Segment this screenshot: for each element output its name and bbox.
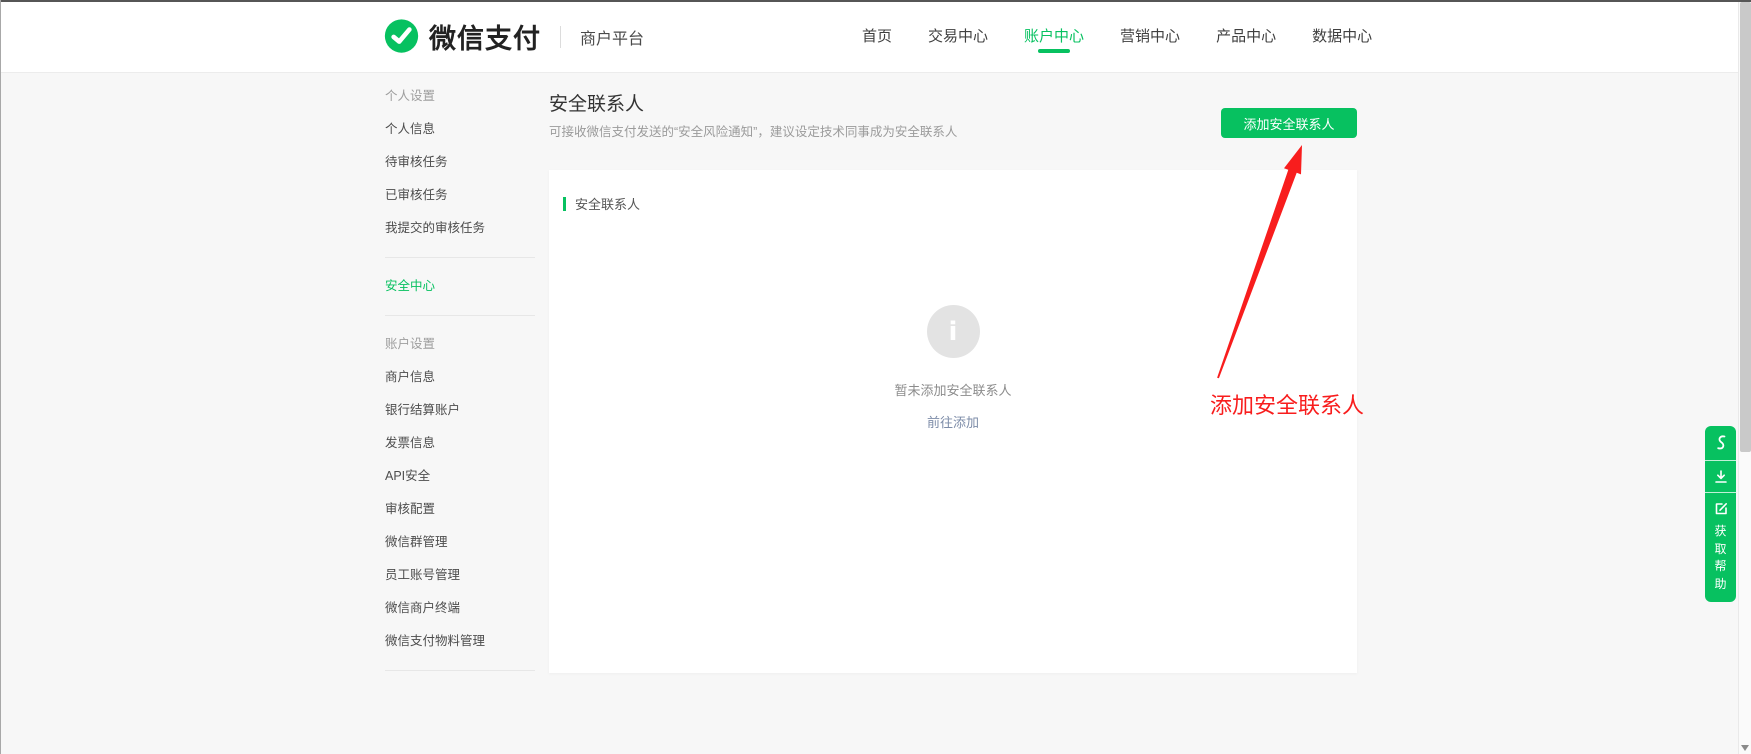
card-header-title: 安全联系人 xyxy=(575,194,640,213)
nav-account-center[interactable]: 账户中心 xyxy=(1024,26,1084,47)
sidebar-divider xyxy=(385,670,535,671)
page-title: 安全联系人 xyxy=(549,89,644,116)
sidebar-item-security-center[interactable]: 安全中心 xyxy=(385,270,535,303)
link-button[interactable] xyxy=(1705,426,1736,460)
nav-product-center[interactable]: 产品中心 xyxy=(1216,26,1276,47)
main-content: 安全联系人 可接收微信支付发送的“安全风险通知”，建议设定技术同事成为安全联系人… xyxy=(549,73,1357,693)
download-icon xyxy=(1713,469,1729,485)
security-contact-card: 安全联系人 i 暂未添加安全联系人 前往添加 xyxy=(549,170,1357,673)
floating-help-widget: 获取帮助 xyxy=(1705,426,1736,602)
nav-data-center[interactable]: 数据中心 xyxy=(1312,26,1372,47)
annotation-label: 添加安全联系人 xyxy=(1210,388,1364,420)
nav-transaction-center[interactable]: 交易中心 xyxy=(928,26,988,47)
sidebar-item-merchant-info[interactable]: 商户信息 xyxy=(385,361,535,394)
brand-subtitle: 商户平台 xyxy=(580,25,644,49)
brand: 微信支付 商户平台 xyxy=(383,0,644,73)
sidebar-item-wechat-merchant-terminal[interactable]: 微信商户终端 xyxy=(385,592,535,625)
card-header: 安全联系人 xyxy=(563,194,640,213)
link-icon xyxy=(1713,434,1729,452)
sidebar-item-personal-info[interactable]: 个人信息 xyxy=(385,113,535,146)
nav-home[interactable]: 首页 xyxy=(862,26,892,47)
sidebar-divider xyxy=(385,257,535,258)
info-icon: i xyxy=(927,305,980,358)
sidebar-item-wechat-group-management[interactable]: 微信群管理 xyxy=(385,526,535,559)
get-help-label: 获取帮助 xyxy=(1714,523,1728,593)
sidebar-item-invoice-info[interactable]: 发票信息 xyxy=(385,427,535,460)
vertical-scrollbar[interactable] xyxy=(1738,0,1751,754)
sidebar-item-api-security[interactable]: API安全 xyxy=(385,460,535,493)
sidebar-item-wechat-pay-materials-management[interactable]: 微信支付物料管理 xyxy=(385,625,535,658)
card-header-accent-bar xyxy=(563,197,566,211)
sidebar-item-my-submitted-review-tasks[interactable]: 我提交的审核任务 xyxy=(385,212,535,245)
download-button[interactable] xyxy=(1705,460,1736,492)
header: 微信支付 商户平台 首页 交易中心 账户中心 营销中心 产品中心 数据中心 xyxy=(0,0,1751,73)
wechat-pay-logo-icon xyxy=(383,18,420,55)
sidebar-item-reviewed-tasks[interactable]: 已审核任务 xyxy=(385,179,535,212)
scrollbar-down-icon[interactable] xyxy=(1741,745,1749,751)
sidebar: 个人设置 个人信息 待审核任务 已审核任务 我提交的审核任务 安全中心 账户设置… xyxy=(385,73,535,683)
info-icon-glyph: i xyxy=(949,317,958,347)
get-help-button[interactable]: 获取帮助 xyxy=(1705,492,1736,602)
sidebar-item-staff-account-management[interactable]: 员工账号管理 xyxy=(385,559,535,592)
scrollbar-thumb[interactable] xyxy=(1740,2,1751,452)
brand-name: 微信支付 xyxy=(429,17,541,56)
sidebar-item-pending-review-tasks[interactable]: 待审核任务 xyxy=(385,146,535,179)
sidebar-item-review-config[interactable]: 审核配置 xyxy=(385,493,535,526)
top-nav: 首页 交易中心 账户中心 营销中心 产品中心 数据中心 xyxy=(862,0,1372,73)
window-top-edge xyxy=(0,0,1751,2)
sidebar-item-bank-settlement-account[interactable]: 银行结算账户 xyxy=(385,394,535,427)
sidebar-section-account-settings: 账户设置 xyxy=(385,328,535,361)
feedback-icon xyxy=(1713,501,1729,517)
sidebar-divider xyxy=(385,315,535,316)
nav-marketing-center[interactable]: 营销中心 xyxy=(1120,26,1180,47)
add-security-contact-button[interactable]: 添加安全联系人 xyxy=(1221,108,1357,138)
brand-divider xyxy=(560,26,561,48)
page-subtitle: 可接收微信支付发送的“安全风险通知”，建议设定技术同事成为安全联系人 xyxy=(549,121,957,140)
sidebar-section-personal-settings: 个人设置 xyxy=(385,80,535,113)
window-left-edge xyxy=(0,0,1,754)
go-add-link[interactable]: 前往添加 xyxy=(927,412,979,431)
